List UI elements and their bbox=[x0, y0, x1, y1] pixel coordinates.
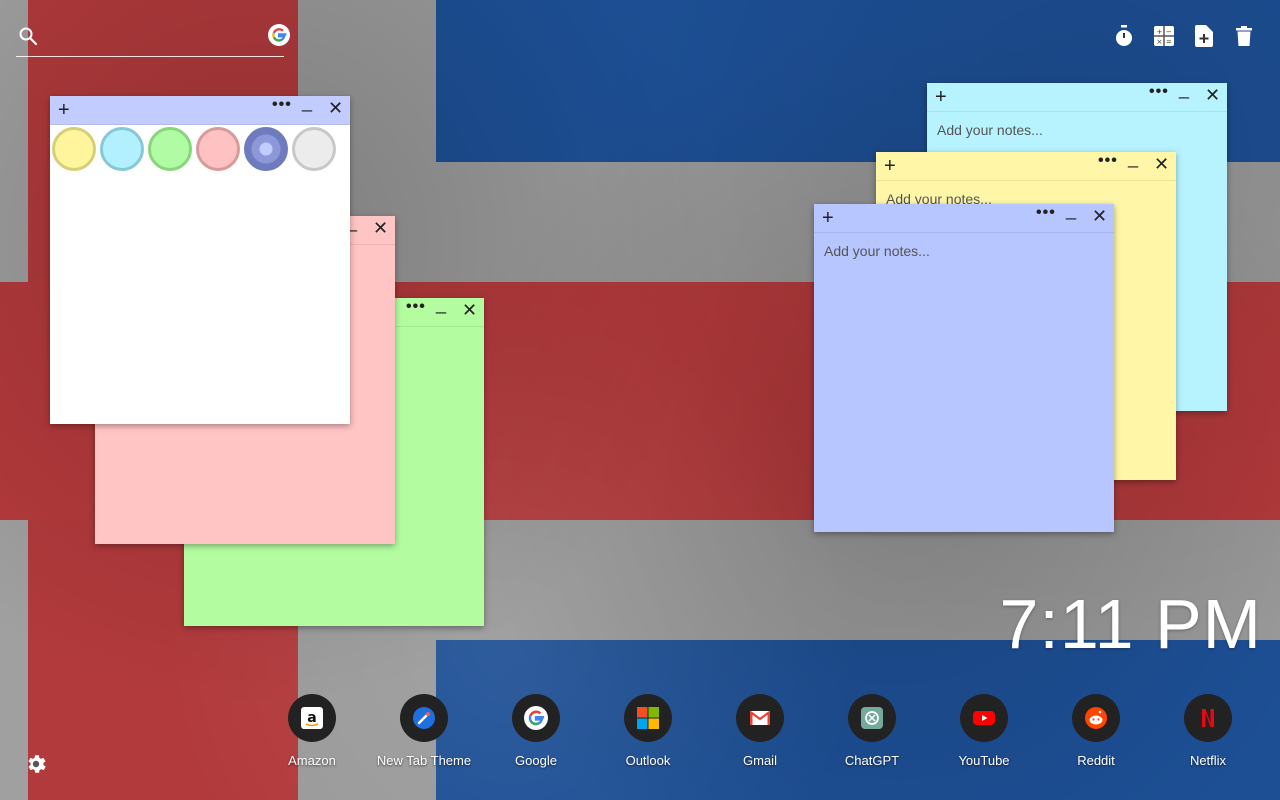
reddit-icon bbox=[1072, 694, 1120, 742]
note-header[interactable]: + ••• _ ✕ bbox=[814, 200, 1114, 233]
note-minimize-button[interactable]: _ bbox=[1066, 200, 1076, 221]
outlook-icon bbox=[624, 694, 672, 742]
shortcuts-bar: a Amazon New Tab Theme Google Outlook Gm bbox=[256, 694, 1264, 768]
sticky-note-blue[interactable]: + ••• _ ✕ bbox=[814, 200, 1114, 533]
color-swatch-gray[interactable] bbox=[292, 127, 336, 171]
shortcut-label: ChatGPT bbox=[844, 753, 900, 768]
note-minimize-button[interactable]: _ bbox=[302, 92, 312, 113]
note-menu-button[interactable]: ••• bbox=[1149, 83, 1169, 101]
shortcut-reddit[interactable]: Reddit bbox=[1040, 694, 1152, 768]
note-menu-button[interactable]: ••• bbox=[1036, 204, 1056, 222]
shortcut-label: New Tab Theme bbox=[376, 753, 472, 768]
shortcut-label: Outlook bbox=[625, 753, 671, 768]
note-minimize-button[interactable]: _ bbox=[1128, 148, 1138, 169]
color-swatch-blue-selected[interactable] bbox=[244, 127, 288, 171]
new-tab-theme-icon bbox=[400, 694, 448, 742]
color-swatch-pink[interactable] bbox=[196, 127, 240, 171]
shortcut-netflix[interactable]: Netflix bbox=[1152, 694, 1264, 768]
netflix-icon bbox=[1184, 694, 1232, 742]
google-icon bbox=[512, 694, 560, 742]
color-swatch-cyan[interactable] bbox=[100, 127, 144, 171]
svg-text:+: + bbox=[1157, 28, 1163, 36]
shortcut-label: Netflix bbox=[1189, 753, 1227, 768]
note-close-button[interactable]: ✕ bbox=[462, 300, 477, 321]
note-header[interactable]: + ••• _ ✕ bbox=[876, 148, 1176, 181]
amazon-icon: a bbox=[288, 694, 336, 742]
timer-icon[interactable] bbox=[1112, 24, 1136, 48]
svg-text:=: = bbox=[1166, 38, 1172, 46]
calculator-icon[interactable]: + − × = bbox=[1152, 24, 1176, 48]
shortcut-outlook[interactable]: Outlook bbox=[592, 694, 704, 768]
shortcut-gmail[interactable]: Gmail bbox=[704, 694, 816, 768]
shortcut-youtube[interactable]: YouTube bbox=[928, 694, 1040, 768]
note-textarea[interactable] bbox=[814, 233, 1114, 533]
color-palette bbox=[50, 127, 350, 171]
note-menu-button[interactable]: ••• bbox=[272, 96, 292, 114]
shortcut-label: Reddit bbox=[1077, 753, 1115, 768]
chatgpt-icon bbox=[848, 694, 896, 742]
search-icon bbox=[18, 26, 38, 46]
shortcut-label: Gmail bbox=[743, 753, 777, 768]
note-minimize-button[interactable]: _ bbox=[1179, 79, 1189, 100]
shortcut-label: Amazon bbox=[288, 753, 336, 768]
shortcut-label: YouTube bbox=[958, 753, 1010, 768]
google-search-icon[interactable] bbox=[268, 24, 290, 46]
shortcut-amazon[interactable]: a Amazon bbox=[256, 694, 368, 768]
search-input[interactable] bbox=[46, 24, 250, 52]
shortcut-chatgpt[interactable]: ChatGPT bbox=[816, 694, 928, 768]
note-close-button[interactable]: ✕ bbox=[1205, 85, 1220, 106]
note-minimize-button[interactable]: _ bbox=[436, 294, 446, 315]
search-bar bbox=[16, 22, 290, 57]
sticky-note-white[interactable]: + ••• _ ✕ bbox=[50, 92, 350, 424]
note-close-button[interactable]: ✕ bbox=[328, 98, 343, 119]
svg-text:−: − bbox=[1166, 28, 1172, 36]
new-note-button[interactable]: + bbox=[935, 85, 947, 109]
settings-gear-icon[interactable] bbox=[24, 752, 48, 776]
note-menu-button[interactable]: ••• bbox=[1098, 152, 1118, 170]
note-menu-button[interactable]: ••• bbox=[406, 298, 426, 316]
svg-text:×: × bbox=[1157, 38, 1163, 46]
color-swatch-yellow[interactable] bbox=[52, 127, 96, 171]
color-swatch-green[interactable] bbox=[148, 127, 192, 171]
new-note-button[interactable]: + bbox=[822, 206, 834, 230]
shortcut-label: Google bbox=[515, 753, 557, 768]
new-note-button[interactable]: + bbox=[58, 98, 70, 122]
trash-icon[interactable] bbox=[1232, 24, 1256, 48]
note-close-button[interactable]: ✕ bbox=[1154, 154, 1169, 175]
note-close-button[interactable]: ✕ bbox=[373, 218, 388, 239]
note-header[interactable]: + ••• _ ✕ bbox=[50, 92, 350, 125]
note-header[interactable]: + ••• _ ✕ bbox=[927, 79, 1227, 112]
add-note-icon[interactable] bbox=[1192, 24, 1216, 48]
youtube-icon bbox=[960, 694, 1008, 742]
top-toolbar: + − × = bbox=[1112, 24, 1256, 48]
new-note-button[interactable]: + bbox=[884, 154, 896, 178]
note-close-button[interactable]: ✕ bbox=[1092, 206, 1107, 227]
shortcut-new-tab-theme[interactable]: New Tab Theme bbox=[368, 694, 480, 768]
gmail-icon bbox=[736, 694, 784, 742]
svg-text:a: a bbox=[307, 710, 316, 726]
clock: 7:11 PM bbox=[999, 585, 1262, 663]
shortcut-google[interactable]: Google bbox=[480, 694, 592, 768]
